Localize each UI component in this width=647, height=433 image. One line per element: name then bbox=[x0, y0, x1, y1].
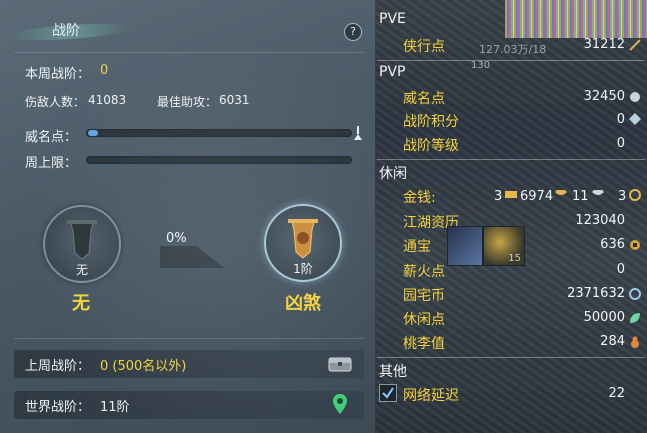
xia-value: 31212 bbox=[583, 37, 625, 52]
divider bbox=[377, 60, 645, 61]
current-badge-sub: 无 bbox=[75, 263, 88, 277]
taoli-value: 284 bbox=[600, 334, 625, 349]
leaf-icon bbox=[630, 313, 640, 323]
rank-level-value: 0 bbox=[616, 136, 625, 151]
gold-label: 金钱: bbox=[403, 190, 436, 206]
item-slot-gem[interactable] bbox=[447, 226, 483, 266]
divider bbox=[14, 52, 364, 53]
crystal-icon bbox=[629, 113, 641, 125]
gold-ingot-icon bbox=[505, 191, 517, 198]
leisure-points-value: 50000 bbox=[583, 310, 625, 325]
fame-stat-value: 32450 bbox=[583, 89, 625, 104]
leisure-points-label: 休闲点 bbox=[403, 312, 445, 328]
yuanzhai-value: 2371632 bbox=[567, 286, 625, 301]
network-latency-label: 网络延迟 bbox=[403, 388, 459, 404]
pvp-header: PVP bbox=[379, 64, 406, 80]
world-rank-label: 世界战阶： bbox=[25, 400, 91, 415]
tongbao-value: 636 bbox=[600, 237, 625, 252]
chest-icon[interactable] bbox=[328, 354, 352, 372]
overlay-text: 127.03万/18 bbox=[479, 43, 547, 56]
current-badge-name: 无 bbox=[72, 293, 90, 314]
battle-rank-panel: 战阶 ? 本周战阶： 0 伤敌人数： 41083 最佳助攻： 6031 威名点：… bbox=[0, 0, 375, 433]
network-latency-value: 22 bbox=[608, 386, 625, 401]
jianghu-value: 123040 bbox=[575, 213, 625, 228]
kills-value: 41083 bbox=[88, 93, 127, 107]
rank-score-value: 0 bbox=[616, 112, 625, 127]
silver-icon bbox=[592, 190, 604, 195]
xinhuo-label: 薪火点 bbox=[403, 264, 445, 280]
taoli-label: 桃李值 bbox=[403, 336, 445, 352]
location-pin-icon[interactable] bbox=[332, 393, 348, 415]
current-rank-badge[interactable]: 无 bbox=[43, 205, 121, 283]
assist-label: 最佳助攻： bbox=[157, 95, 218, 109]
panel-title: 战阶 bbox=[52, 23, 80, 39]
last-week-label: 上周战阶： bbox=[25, 359, 91, 374]
help-button[interactable]: ? bbox=[344, 23, 362, 41]
weekly-rank-label: 本周战阶： bbox=[25, 67, 91, 82]
fame-progress-bar bbox=[86, 129, 352, 137]
fame-label: 威名点： bbox=[25, 130, 78, 145]
item-slot-count: 15 bbox=[508, 253, 521, 264]
sword-icon bbox=[629, 39, 641, 51]
next-badge-sub: 1阶 bbox=[293, 262, 313, 276]
overlay-number: 130 bbox=[471, 60, 491, 71]
weekly-cap-label: 周上限： bbox=[25, 156, 78, 171]
gold-c: 11 bbox=[572, 189, 589, 204]
divider bbox=[377, 357, 645, 358]
weekly-rank-value: 0 bbox=[100, 63, 109, 78]
stats-panel: PVE 侠行点 127.03万/18 31212 130 PVP 威名点 324… bbox=[375, 0, 647, 433]
gold-b: 6974 bbox=[520, 189, 554, 204]
check-icon bbox=[382, 387, 394, 399]
world-rank-value: 11阶 bbox=[100, 400, 130, 415]
rank-score-label: 战阶积分 bbox=[403, 114, 459, 130]
g-coin-icon bbox=[629, 288, 641, 300]
fame-cap-marker-icon bbox=[354, 126, 362, 140]
item-slot-flower[interactable]: 15 bbox=[483, 226, 525, 266]
fame-stat-label: 威名点 bbox=[403, 91, 445, 107]
copper-coin-icon bbox=[629, 189, 641, 201]
leisure-header: 休闲 bbox=[379, 166, 407, 182]
weekly-cap-bar bbox=[86, 156, 352, 164]
next-rank-badge[interactable]: 1阶 bbox=[264, 204, 342, 282]
divider bbox=[377, 159, 645, 160]
yuanzhai-label: 园宅币 bbox=[403, 288, 445, 304]
rank-level-label: 战阶等级 bbox=[403, 138, 459, 154]
gold-icon bbox=[555, 190, 567, 195]
progress-percent: 0% bbox=[166, 231, 187, 246]
last-week-value: 0 (500名以外) bbox=[100, 359, 187, 374]
xia-label: 侠行点 bbox=[403, 39, 445, 55]
progress-arrow-icon bbox=[160, 246, 224, 268]
next-badge-name: 凶煞 bbox=[285, 293, 321, 314]
gold-d: 3 bbox=[618, 189, 627, 204]
other-header: 其他 bbox=[379, 364, 407, 380]
kills-label: 伤敌人数： bbox=[25, 95, 86, 109]
fame-progress-fill bbox=[88, 130, 98, 136]
network-latency-checkbox[interactable] bbox=[379, 384, 397, 402]
background-texture bbox=[505, 0, 647, 38]
pve-header: PVE bbox=[379, 11, 406, 27]
gold-a: 3 bbox=[494, 189, 503, 204]
assist-value: 6031 bbox=[219, 93, 250, 107]
fame-icon bbox=[630, 92, 640, 102]
xinhuo-value: 0 bbox=[616, 262, 625, 277]
panel-header: 战阶 ? bbox=[0, 15, 375, 47]
divider bbox=[14, 338, 364, 339]
gourd-icon bbox=[631, 336, 639, 348]
tongbao-label: 通宝 bbox=[403, 239, 431, 255]
coin-icon bbox=[630, 240, 640, 250]
